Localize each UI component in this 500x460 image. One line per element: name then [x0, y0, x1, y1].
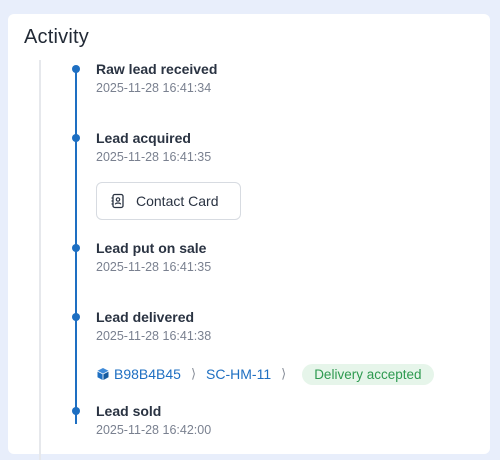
activity-panel: Activity Raw lead received 2025-11-28 16…: [8, 14, 490, 460]
status-badge: Delivery accepted: [302, 363, 434, 385]
lead-id-link[interactable]: B98B4B45: [114, 366, 181, 382]
chevron-right-icon: ⟩: [190, 366, 197, 381]
event-time: 2025-11-28 16:42:00: [96, 423, 212, 437]
event-title: Lead put on sale: [96, 240, 207, 256]
event-title: Raw lead received: [96, 61, 218, 77]
panel-title: Activity: [24, 26, 89, 48]
timeline-event-lead-delivered: Lead delivered 2025-11-28 16:41:38: [96, 308, 211, 345]
contact-card-label: Contact Card: [136, 193, 219, 209]
timeline-event-raw-lead-received: Raw lead received 2025-11-28 16:41:34: [96, 60, 217, 97]
timeline-event-lead-acquired: Lead acquired 2025-11-28 16:41:35: [96, 129, 211, 166]
timeline-dot: [72, 134, 80, 142]
contact-card-button[interactable]: Contact Card: [96, 182, 241, 220]
timeline-dot: [72, 244, 80, 252]
event-time: 2025-11-28 16:41:34: [96, 81, 212, 95]
event-time: 2025-11-28 16:41:38: [96, 329, 212, 343]
event-title: Lead sold: [96, 403, 162, 419]
cube-icon: [96, 367, 110, 381]
delivery-row: B98B4B45 ⟩ SC-HM-11 ⟩ Delivery accepted: [96, 362, 434, 386]
event-time: 2025-11-28 16:41:35: [96, 150, 212, 164]
timeline-dot: [72, 407, 80, 415]
timeline-event-lead-put-on-sale: Lead put on sale 2025-11-28 16:41:35: [96, 239, 211, 276]
event-title: Lead delivered: [96, 309, 195, 325]
panel-divider: [39, 60, 41, 460]
event-time: 2025-11-28 16:41:35: [96, 260, 212, 274]
contact-book-icon: [110, 193, 126, 209]
event-title: Lead acquired: [96, 130, 191, 146]
timeline-event-lead-sold: Lead sold 2025-11-28 16:42:00: [96, 402, 211, 439]
campaign-link[interactable]: SC-HM-11: [206, 366, 271, 382]
chevron-right-icon: ⟩: [281, 366, 287, 381]
timeline-dot: [72, 65, 80, 73]
timeline-dot: [72, 313, 80, 321]
